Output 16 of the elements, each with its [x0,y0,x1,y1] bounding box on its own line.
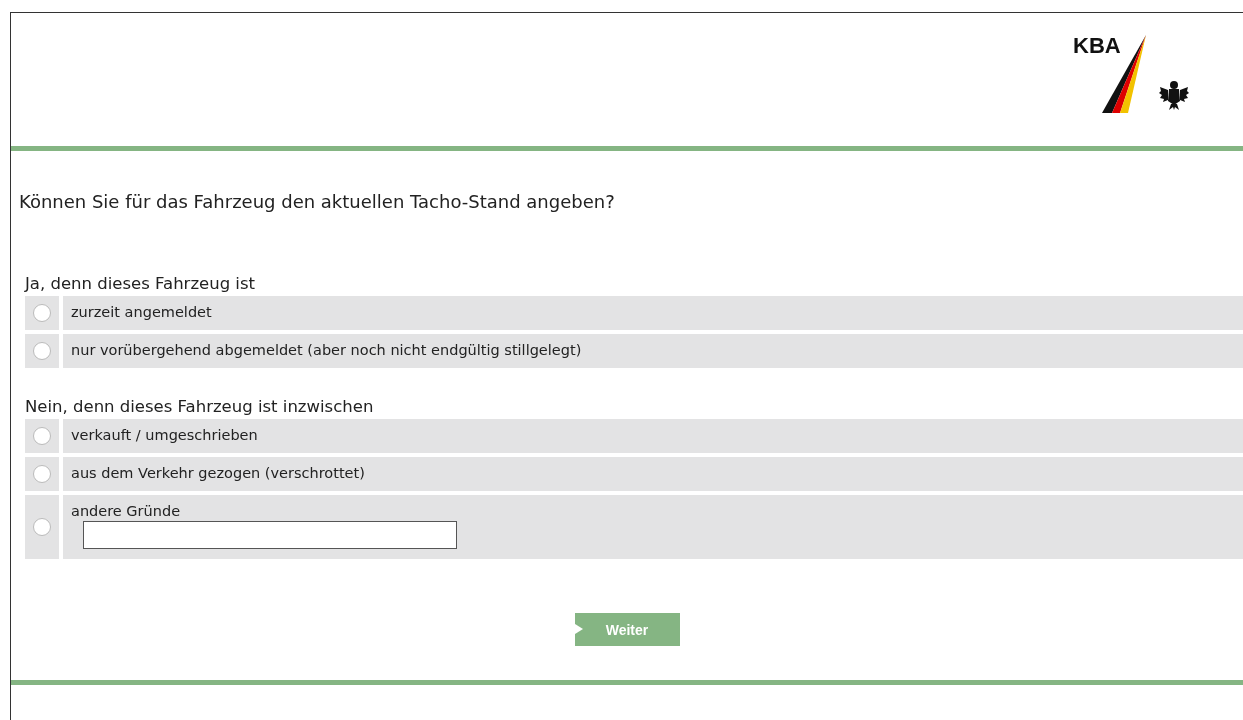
arrow-icon [574,624,583,634]
reason-input-field[interactable] [83,521,457,549]
option-label[interactable]: zurzeit angemeldet [71,304,212,320]
radio-button[interactable] [33,342,51,360]
group-heading: Nein, denn dieses Fahrzeug ist inzwischen [25,397,375,416]
radio-button[interactable] [33,427,51,445]
eagle-icon [1159,79,1189,111]
option-label[interactable]: aus dem Verkehr gezogen (verschrottet) [71,465,365,481]
option-label[interactable]: verkauft / umgeschrieben [71,427,258,443]
radio-button[interactable] [33,304,51,322]
question-text: Können Sie für das Fahrzeug den aktuellen Tacho-Stand angeben? [19,191,616,212]
logo-text: KBA [1073,33,1121,59]
option-label[interactable]: andere Gründe [71,503,181,519]
group-heading: Ja, denn dieses Fahrzeug ist [25,274,257,293]
radio-button[interactable] [33,518,51,536]
radio-button[interactable] [33,465,51,483]
